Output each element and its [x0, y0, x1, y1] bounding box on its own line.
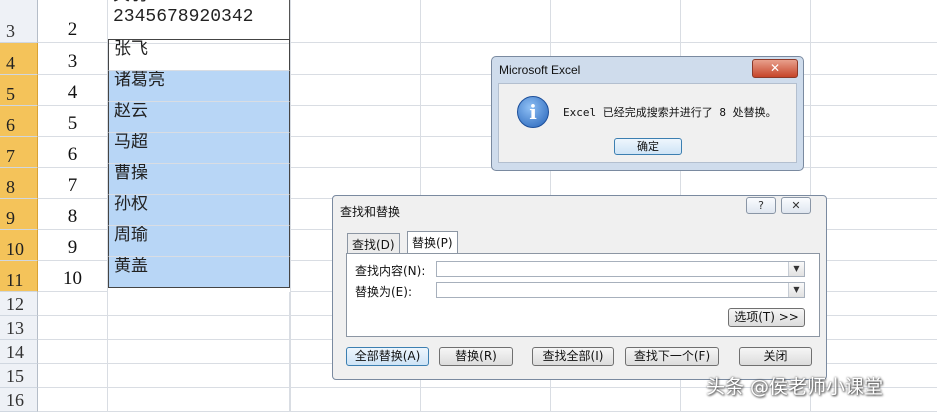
cell-col-b[interactable]: 赵云	[108, 102, 290, 133]
replace-panel: 查找内容(N): ▼ 替换为(E): ▼ 选项(T) >>	[346, 253, 820, 337]
column-gridline	[290, 0, 291, 411]
cell-col-b[interactable]	[108, 340, 290, 364]
ok-button[interactable]: 确定	[614, 138, 682, 155]
chevron-down-icon[interactable]: ▼	[788, 262, 804, 276]
replace-input[interactable]: ▼	[436, 282, 805, 298]
find-next-button[interactable]: 查找下一个(F)	[625, 347, 719, 366]
cell-col-a[interactable]: 2	[38, 0, 108, 43]
cell-col-b[interactable]: 周瑜	[108, 226, 290, 257]
row-header[interactable]: 11	[0, 261, 38, 292]
close-icon[interactable]: ✕	[752, 59, 798, 78]
row-header[interactable]: 13	[0, 316, 38, 340]
row-header[interactable]: 3	[0, 0, 38, 43]
cell-col-b[interactable]	[108, 316, 290, 340]
row-header[interactable]: 8	[0, 168, 38, 199]
cell-col-b[interactable]: 关羽2345678920342	[108, 0, 290, 44]
cell-col-a[interactable]	[38, 388, 108, 412]
cell-col-b[interactable]: 诸葛亮	[108, 71, 290, 102]
cell-col-a[interactable]	[38, 316, 108, 340]
cell-col-a[interactable]: 8	[38, 199, 108, 230]
cell-col-a[interactable]: 9	[38, 230, 108, 261]
find-replace-dialog: 查找和替换 ? ✕ 查找(D) 替换(P) 查找内容(N): ▼ 替换为(E):…	[332, 195, 827, 380]
row-header[interactable]: 10	[0, 230, 38, 261]
find-all-button[interactable]: 查找全部(I)	[532, 347, 614, 366]
dialog-title: Microsoft Excel	[499, 63, 581, 77]
replace-label: 替换为(E):	[355, 285, 412, 299]
close-icon[interactable]: ✕	[781, 197, 811, 214]
row-header[interactable]: 7	[0, 137, 38, 168]
cell-col-a[interactable]: 7	[38, 168, 108, 199]
cell-col-b[interactable]: 马超	[108, 133, 290, 164]
find-label: 查找内容(N):	[355, 264, 426, 278]
cell-col-b[interactable]	[108, 364, 290, 388]
dialog-title: 查找和替换	[340, 205, 401, 219]
row-header[interactable]: 4	[0, 43, 38, 75]
dialog-body: i Excel 已经完成搜索并进行了 8 处替换。 确定	[498, 83, 797, 163]
cell-col-b[interactable]	[108, 292, 290, 316]
cell-col-a[interactable]	[38, 292, 108, 316]
find-input[interactable]: ▼	[436, 261, 805, 277]
row-header[interactable]: 15	[0, 364, 38, 388]
row-header[interactable]: 9	[0, 199, 38, 230]
options-button[interactable]: 选项(T) >>	[728, 308, 805, 327]
watermark: 头条 @侯老师小课堂	[706, 376, 884, 398]
chevron-down-icon[interactable]: ▼	[788, 283, 804, 297]
tab-find[interactable]: 查找(D)	[347, 233, 400, 253]
cell-col-b[interactable]: 张飞	[108, 39, 290, 71]
tab-replace[interactable]: 替换(P)	[407, 231, 458, 253]
info-icon: i	[517, 96, 549, 128]
cell-col-a[interactable]: 10	[38, 261, 108, 292]
help-icon[interactable]: ?	[746, 197, 776, 214]
cell-col-a[interactable]: 5	[38, 106, 108, 137]
row-header[interactable]: 5	[0, 75, 38, 106]
cell-col-b[interactable]	[108, 388, 290, 412]
excel-message-dialog: Microsoft Excel ✕ i Excel 已经完成搜索并进行了 8 处…	[491, 56, 804, 171]
cell-col-a[interactable]: 4	[38, 75, 108, 106]
row-header[interactable]: 12	[0, 292, 38, 316]
row-header[interactable]: 6	[0, 106, 38, 137]
close-button[interactable]: 关闭	[739, 347, 812, 366]
cell-col-a[interactable]	[38, 340, 108, 364]
replace-all-button[interactable]: 全部替换(A)	[346, 347, 429, 366]
row-header[interactable]: 16	[0, 388, 38, 412]
cell-col-a[interactable]: 3	[38, 43, 108, 75]
row-gridline	[290, 42, 937, 43]
cell-col-b[interactable]: 黄盖	[108, 257, 290, 288]
cell-col-b[interactable]: 孙权	[108, 195, 290, 226]
cell-col-a[interactable]	[38, 364, 108, 388]
row-header[interactable]: 14	[0, 340, 38, 364]
cell-col-b[interactable]: 曹操	[108, 164, 290, 195]
cell-col-a[interactable]: 6	[38, 137, 108, 168]
replace-button[interactable]: 替换(R)	[439, 347, 513, 366]
dialog-message: Excel 已经完成搜索并进行了 8 处替换。	[563, 106, 777, 119]
